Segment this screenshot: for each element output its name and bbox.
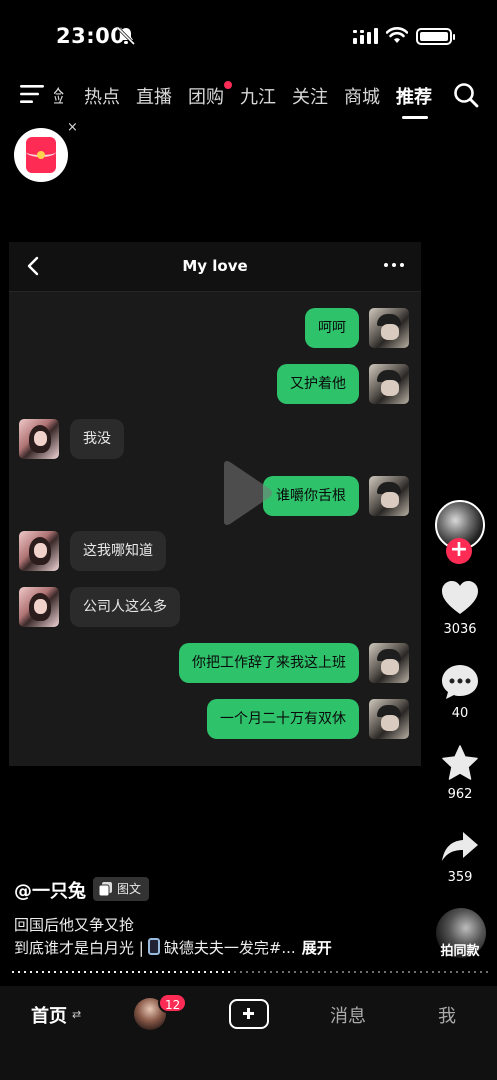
wifi-icon (386, 27, 408, 43)
follow-button[interactable]: + (446, 538, 472, 564)
author-name[interactable]: @一只兔 (14, 877, 86, 903)
cellular-signal-icon (353, 28, 378, 44)
clock: 23:00 (56, 24, 126, 48)
tab-me[interactable]: 我 (438, 1002, 456, 1028)
avatar (369, 699, 409, 739)
image-text-tag: 图文 (93, 877, 150, 901)
tab-live[interactable]: 直播 (128, 83, 180, 109)
share-count: 359 (447, 870, 473, 885)
create-post-button[interactable] (229, 999, 269, 1029)
red-envelope-close-button[interactable]: × (67, 120, 78, 135)
friends-badge: 12 (158, 993, 188, 1013)
avatar (369, 308, 409, 348)
caption-line-1: 回国后他又争又抢 (14, 916, 135, 934)
chat-bubble-outgoing: 你把工作辞了来我这上班 (179, 643, 359, 683)
avatar (19, 531, 59, 571)
comment-count: 40 (451, 706, 469, 721)
chat-bubble-outgoing: 一个月二十万有双休 (207, 699, 359, 739)
heart-icon (442, 581, 478, 614)
menu-icon[interactable] (20, 84, 44, 104)
chat-bubble-incoming: 公司人这么多 (70, 587, 180, 627)
phone-emoji-icon (147, 938, 160, 955)
status-bar: 23:00 (0, 0, 497, 72)
like-button[interactable]: 3036 (430, 580, 490, 637)
gallery-icon (99, 882, 112, 896)
expand-button[interactable]: 展开 (302, 939, 332, 957)
swap-icon: ⇄ (72, 1008, 82, 1021)
tab-hot[interactable]: 热点 (76, 83, 128, 109)
bottom-tab-bar: 首页 ⇄ 12 消息 我 (0, 986, 497, 1080)
avatar (369, 364, 409, 404)
like-count: 3036 (443, 622, 477, 637)
more-dots-icon (384, 263, 404, 267)
battery-icon (416, 28, 455, 45)
tab-experience[interactable]: 验 (54, 83, 76, 109)
notification-dot (224, 81, 232, 89)
favorite-count: 962 (447, 787, 473, 802)
video-progress-fill (10, 971, 232, 973)
caption-line-2: 到底谁才是白月光 | 缺德夫夫一发完#... 展开 (14, 938, 332, 957)
chat-bubble-outgoing: 呵呵 (305, 308, 359, 348)
avatar (19, 419, 59, 459)
red-envelope-button[interactable] (14, 128, 68, 182)
avatar (369, 643, 409, 683)
mute-bell-icon (116, 26, 136, 46)
chat-image: My love 呵呵 又护着他 我没 谁嚼你舌根 这我哪知道 公司人这么多 你把… (9, 242, 421, 766)
comment-icon (442, 665, 478, 699)
chat-bubble-outgoing: 谁嚼你舌根 (263, 476, 359, 516)
same-style-label: 拍同款 (440, 944, 480, 959)
tab-home[interactable]: 首页 (31, 1002, 67, 1028)
tab-messages[interactable]: 消息 (330, 1002, 366, 1028)
share-arrow-icon (442, 832, 478, 861)
tab-jiujiang[interactable]: 九江 (232, 83, 284, 109)
play-icon[interactable] (218, 457, 274, 529)
search-icon[interactable] (453, 82, 479, 108)
comment-button[interactable]: 40 (430, 664, 490, 721)
chat-header: My love (9, 242, 421, 292)
tab-mall[interactable]: 商城 (336, 83, 388, 109)
favorite-button[interactable]: 962 (430, 745, 490, 802)
chat-bubble-outgoing: 又护着他 (277, 364, 359, 404)
tab-group-buy[interactable]: 团购 (180, 81, 232, 109)
avatar (19, 587, 59, 627)
share-button[interactable]: 359 (430, 830, 490, 885)
top-nav: 验 热点 直播 团购 九江 关注 商城 推荐 (0, 76, 497, 120)
chat-bubble-incoming: 我没 (70, 419, 124, 459)
chat-title: My love (182, 257, 248, 275)
tab-recommend[interactable]: 推荐 (388, 83, 440, 119)
chat-bubble-incoming: 这我哪知道 (70, 531, 166, 571)
avatar (369, 476, 409, 516)
star-icon (442, 745, 478, 780)
nav-tabs: 验 热点 直播 团购 九江 关注 商城 推荐 (54, 81, 440, 119)
red-envelope-icon (26, 137, 56, 173)
tab-following[interactable]: 关注 (284, 83, 336, 109)
